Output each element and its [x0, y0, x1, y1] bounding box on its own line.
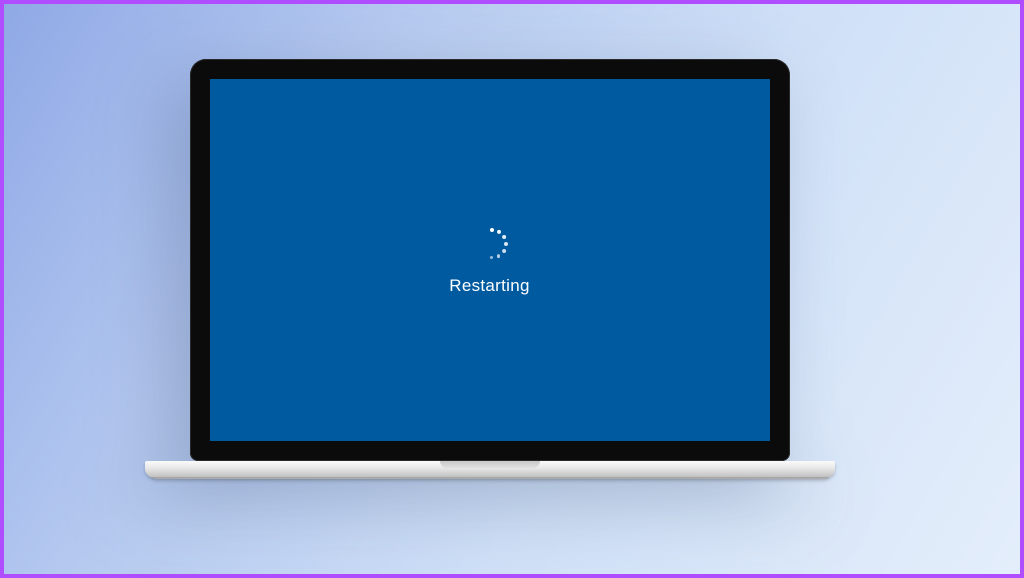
laptop-device: Restarting — [190, 59, 835, 479]
laptop-base — [145, 461, 835, 479]
windows-restart-screen: Restarting — [210, 79, 770, 441]
status-text: Restarting — [449, 276, 529, 296]
image-frame: Restarting — [0, 0, 1024, 578]
loading-spinner-icon — [472, 224, 508, 260]
laptop-lid: Restarting — [190, 59, 790, 461]
